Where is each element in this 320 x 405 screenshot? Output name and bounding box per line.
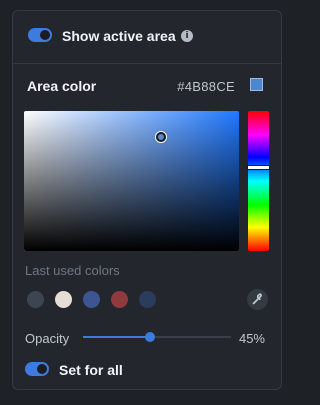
area-color-panel: Show active area i Area color #4B88CE La… bbox=[12, 10, 282, 390]
show-active-area-row: Show active area i bbox=[13, 11, 281, 64]
toggle-knob bbox=[40, 30, 50, 40]
recent-color-swatch[interactable] bbox=[55, 291, 72, 308]
eyedropper-button[interactable] bbox=[247, 289, 268, 310]
set-for-all-label: Set for all bbox=[59, 362, 123, 378]
opacity-value: 45% bbox=[238, 331, 265, 346]
area-color-label: Area color bbox=[27, 78, 97, 94]
value-gradient bbox=[24, 111, 239, 251]
toggle-knob bbox=[37, 364, 47, 374]
hex-value[interactable]: #4B88CE bbox=[177, 79, 235, 94]
hue-slider[interactable] bbox=[248, 111, 269, 251]
recent-color-swatch[interactable] bbox=[111, 291, 128, 308]
info-icon[interactable]: i bbox=[181, 30, 193, 42]
opacity-slider-handle[interactable] bbox=[144, 332, 155, 342]
recent-color-swatch[interactable] bbox=[83, 291, 100, 308]
current-color-swatch[interactable] bbox=[250, 78, 263, 91]
show-active-area-toggle[interactable] bbox=[28, 28, 52, 42]
color-picker-handle[interactable] bbox=[156, 132, 166, 142]
saturation-value-picker[interactable] bbox=[24, 111, 239, 251]
set-for-all-toggle[interactable] bbox=[25, 362, 49, 376]
last-used-colors-label: Last used colors bbox=[25, 263, 120, 278]
opacity-slider-fill bbox=[83, 336, 150, 338]
opacity-label: Opacity bbox=[25, 331, 70, 346]
recent-color-swatch[interactable] bbox=[139, 291, 156, 308]
hue-slider-handle[interactable] bbox=[248, 166, 269, 169]
show-active-area-label: Show active area bbox=[62, 28, 176, 44]
opacity-slider[interactable] bbox=[83, 332, 231, 342]
eyedropper-icon bbox=[252, 293, 262, 305]
recent-color-swatch[interactable] bbox=[27, 291, 44, 308]
